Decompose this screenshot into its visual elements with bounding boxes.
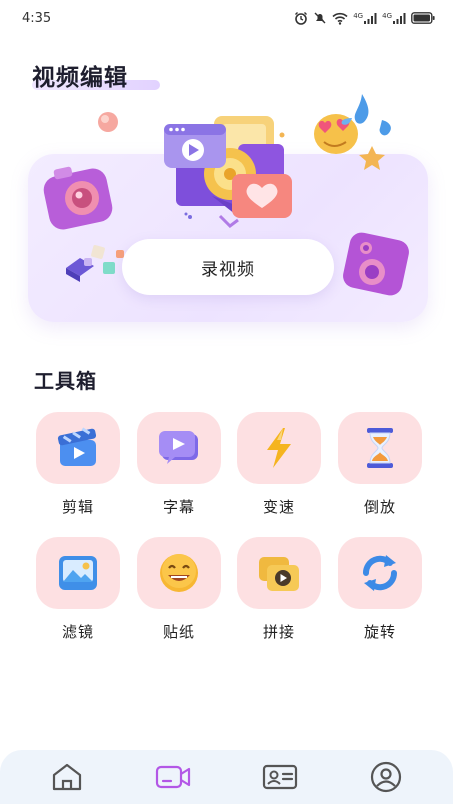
lightning-icon (267, 428, 291, 468)
home-icon (53, 763, 82, 791)
tool-label: 滤镜 (61, 623, 94, 641)
tool-tile[interactable] (36, 537, 120, 609)
picture-icon (59, 556, 97, 590)
status-icons: 4G 4G (294, 11, 435, 25)
video-camera-icon (156, 765, 191, 789)
tool-sticker[interactable]: 贴纸 (137, 537, 221, 642)
tool-merge[interactable]: 拼接 (237, 537, 321, 642)
tool-subtitle[interactable]: 字幕 (137, 412, 221, 517)
hero-illustration (43, 94, 409, 296)
id-card-icon (262, 764, 297, 790)
record-video-button[interactable]: 录视频 (122, 239, 334, 295)
page-title: 视频编辑 (32, 65, 128, 91)
heart-card-icon (232, 174, 292, 218)
tool-label: 旋转 (363, 623, 396, 641)
nav-home[interactable] (37, 755, 97, 799)
cubes-icon (66, 245, 124, 282)
tool-rotate[interactable]: 旋转 (338, 537, 422, 642)
bottom-nav (0, 750, 453, 804)
camera-icon (43, 166, 113, 230)
tool-tile[interactable] (36, 412, 120, 484)
alarm-icon (294, 11, 308, 25)
star-icon (359, 146, 385, 170)
tool-filter[interactable]: 滤镜 (36, 537, 120, 642)
tool-tile[interactable] (137, 537, 221, 609)
clapperboard-icon (57, 427, 97, 466)
tool-tile[interactable] (237, 537, 321, 609)
peach-ball-icon (98, 112, 118, 132)
battery-icon (411, 12, 435, 24)
tool-cut[interactable]: 剪辑 (36, 412, 120, 517)
tool-label: 剪辑 (61, 498, 94, 516)
heart-eyes-emoji-icon (314, 114, 358, 154)
tool-label: 字幕 (162, 498, 195, 516)
tool-label: 倒放 (363, 498, 396, 516)
tool-label: 贴纸 (162, 623, 195, 641)
signal-4g-icon-2: 4G (382, 12, 406, 24)
tool-tile[interactable] (137, 412, 221, 484)
subtitle-play-icon (159, 431, 198, 464)
tool-label: 拼接 (262, 623, 295, 641)
signal-4g-icon: 4G (353, 12, 377, 24)
page-title-wrap: 视频编辑 (32, 58, 160, 92)
nav-id-card[interactable] (250, 755, 310, 799)
mute-icon (313, 11, 327, 25)
tool-speed[interactable]: 变速 (237, 412, 321, 517)
nav-video[interactable] (143, 755, 203, 799)
nav-profile[interactable] (356, 755, 416, 799)
status-bar: 4:35 4G 4G (0, 0, 453, 36)
tool-tile[interactable] (338, 412, 422, 484)
status-time: 4:35 (22, 10, 52, 26)
stacked-video-icon (259, 557, 299, 591)
play-window-icon (164, 124, 226, 168)
toolbox-title: 工具箱 (34, 369, 97, 393)
rotate-arrows-icon (362, 555, 398, 591)
tool-reverse[interactable]: 倒放 (338, 412, 422, 517)
wifi-icon (332, 12, 348, 25)
tool-tile[interactable] (237, 412, 321, 484)
speaker-icon (343, 232, 409, 296)
smiley-sticker-icon (160, 554, 198, 592)
tool-label: 变速 (262, 498, 295, 516)
hourglass-icon (367, 428, 393, 468)
profile-icon (370, 761, 401, 793)
tool-tile[interactable] (338, 537, 422, 609)
